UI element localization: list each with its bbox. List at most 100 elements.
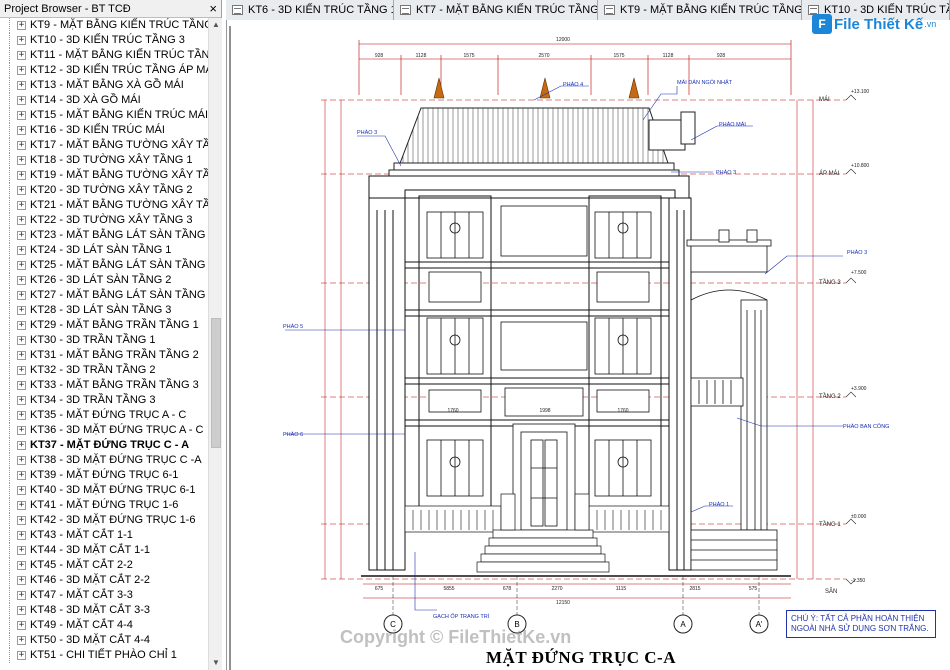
expand-icon[interactable]: + xyxy=(17,351,26,360)
expand-icon[interactable]: + xyxy=(17,471,26,480)
expand-icon[interactable]: + xyxy=(17,96,26,105)
tab-kt9[interactable]: KT9 - MẶT BẰNG KIẾN TRÚC TẦNG 3 xyxy=(598,0,802,20)
expand-icon[interactable]: + xyxy=(17,576,26,585)
tree-item[interactable]: + KT46 - 3D MẶT CẮT 2-2 xyxy=(0,573,208,588)
tree-item[interactable]: + KT38 - 3D MẶT ĐỨNG TRỤC C -A xyxy=(0,453,208,468)
tree-item[interactable]: + KT13 - MẶT BẰNG XÀ GỒ MÁI xyxy=(0,78,208,93)
callout-phao5: PHÀO 5 xyxy=(283,323,303,330)
expand-icon[interactable]: + xyxy=(17,561,26,570)
tab-kt6[interactable]: KT6 - 3D KIẾN TRÚC TẦNG 1 xyxy=(226,0,394,20)
tree-item[interactable]: + KT35 - MẶT ĐỨNG TRỤC A - C xyxy=(0,408,208,423)
tree-connector xyxy=(3,228,17,243)
expand-icon[interactable]: + xyxy=(17,111,26,120)
scrollbar-thumb[interactable] xyxy=(211,318,221,448)
expand-icon[interactable]: + xyxy=(17,21,26,30)
tree-item[interactable]: + KT43 - MẶT CẮT 1-1 xyxy=(0,528,208,543)
tree-item[interactable]: + KT31 - MẶT BẰNG TRẦN TẦNG 2 xyxy=(0,348,208,363)
expand-icon[interactable]: + xyxy=(17,231,26,240)
tree-item[interactable]: + KT27 - MẶT BẰNG LÁT SÀN TẦNG 3 xyxy=(0,288,208,303)
expand-icon[interactable]: + xyxy=(17,411,26,420)
tree-item[interactable]: + KT48 - 3D MẶT CẮT 3-3 xyxy=(0,603,208,618)
tree-item[interactable]: + KT51 - CHI TIẾT PHÀO CHỈ 1 xyxy=(0,648,208,663)
expand-icon[interactable]: + xyxy=(17,81,26,90)
expand-icon[interactable]: + xyxy=(17,486,26,495)
tree-item[interactable]: + KT28 - 3D LÁT SÀN TẦNG 3 xyxy=(0,303,208,318)
tree-item[interactable]: + KT41 - MẶT ĐỨNG TRỤC 1-6 xyxy=(0,498,208,513)
tree-item[interactable]: + KT47 - MẶT CẮT 3-3 xyxy=(0,588,208,603)
tree-item[interactable]: + KT30 - 3D TRẦN TẦNG 1 xyxy=(0,333,208,348)
expand-icon[interactable]: + xyxy=(17,381,26,390)
tree-item[interactable]: + KT39 - MẶT ĐỨNG TRỤC 6-1 xyxy=(0,468,208,483)
tree-item[interactable]: + KT36 - 3D MẶT ĐỨNG TRỤC A - C xyxy=(0,423,208,438)
expand-icon[interactable]: + xyxy=(17,366,26,375)
tree-item[interactable]: + KT26 - 3D LÁT SÀN TẦNG 2 xyxy=(0,273,208,288)
expand-icon[interactable]: + xyxy=(17,426,26,435)
expand-icon[interactable]: + xyxy=(17,171,26,180)
expand-icon[interactable]: + xyxy=(17,336,26,345)
tree-item-label: KT45 - MẶT CẮT 2-2 xyxy=(30,559,133,571)
expand-icon[interactable]: + xyxy=(17,291,26,300)
expand-icon[interactable]: + xyxy=(17,126,26,135)
drawing-canvas[interactable]: 12000 928 1128 1575 2570 1575 1128 928 M… xyxy=(226,20,950,670)
tree-connector xyxy=(3,213,17,228)
expand-icon[interactable]: + xyxy=(17,51,26,60)
expand-icon[interactable]: + xyxy=(17,201,26,210)
tree-item[interactable]: + KT42 - 3D MẶT ĐỨNG TRỤC 1-6 xyxy=(0,513,208,528)
tree-item[interactable]: + KT20 - 3D TƯỜNG XÂY TẦNG 2 xyxy=(0,183,208,198)
expand-icon[interactable]: + xyxy=(17,501,26,510)
tree-item[interactable]: + KT29 - MẶT BẰNG TRẦN TẦNG 1 xyxy=(0,318,208,333)
tree-item[interactable]: + KT50 - 3D MẶT CẮT 4-4 xyxy=(0,633,208,648)
expand-icon[interactable]: + xyxy=(17,36,26,45)
expand-icon[interactable]: + xyxy=(17,516,26,525)
expand-icon[interactable]: + xyxy=(17,156,26,165)
expand-icon[interactable]: + xyxy=(17,321,26,330)
expand-icon[interactable]: + xyxy=(17,441,26,450)
tree-item[interactable]: + KT40 - 3D MẶT ĐỨNG TRỤC 6-1 xyxy=(0,483,208,498)
expand-icon[interactable]: + xyxy=(17,186,26,195)
scroll-up-icon[interactable]: ▲ xyxy=(209,18,223,32)
tree-item[interactable]: + KT24 - 3D LÁT SÀN TẦNG 1 xyxy=(0,243,208,258)
tree-item[interactable]: + KT9 - MẶT BẰNG KIẾN TRÚC TẦNG 3 xyxy=(0,18,208,33)
tree-item[interactable]: + KT17 - MẶT BẰNG TƯỜNG XÂY TẦNG 1 xyxy=(0,138,208,153)
tree-item[interactable]: + KT22 - 3D TƯỜNG XÂY TẦNG 3 xyxy=(0,213,208,228)
expand-icon[interactable]: + xyxy=(17,636,26,645)
tree-item[interactable]: + KT49 - MẶT CẮT 4-4 xyxy=(0,618,208,633)
expand-icon[interactable]: + xyxy=(17,141,26,150)
tree-item[interactable]: + KT44 - 3D MẶT CẮT 1-1 xyxy=(0,543,208,558)
tree-item[interactable]: + KT23 - MẶT BẰNG LÁT SÀN TẦNG 1 xyxy=(0,228,208,243)
close-icon[interactable]: × xyxy=(209,2,217,15)
tree-item[interactable]: + KT45 - MẶT CẮT 2-2 xyxy=(0,558,208,573)
expand-icon[interactable]: + xyxy=(17,621,26,630)
tree-item[interactable]: + KT16 - 3D KIẾN TRÚC MÁI xyxy=(0,123,208,138)
expand-icon[interactable]: + xyxy=(17,591,26,600)
tree-item[interactable]: + KT25 - MẶT BẰNG LÁT SÀN TẦNG 2 xyxy=(0,258,208,273)
expand-icon[interactable]: + xyxy=(17,546,26,555)
tree-item[interactable]: + KT19 - MẶT BẰNG TƯỜNG XÂY TẦNG 2 xyxy=(0,168,208,183)
tree-item[interactable]: + KT37 - MẶT ĐỨNG TRỤC C - A xyxy=(0,438,208,453)
tree-item[interactable]: + KT33 - MẶT BẰNG TRẦN TẦNG 3 xyxy=(0,378,208,393)
tab-kt7[interactable]: KT7 - MẶT BẰNG KIẾN TRÚC TẦNG 2 xyxy=(394,0,598,20)
expand-icon[interactable]: + xyxy=(17,456,26,465)
expand-icon[interactable]: + xyxy=(17,276,26,285)
expand-icon[interactable]: + xyxy=(17,66,26,75)
tree-item[interactable]: + KT18 - 3D TƯỜNG XÂY TẦNG 1 xyxy=(0,153,208,168)
expand-icon[interactable]: + xyxy=(17,531,26,540)
expand-icon[interactable]: + xyxy=(17,261,26,270)
tree-item[interactable]: + KT21 - MẶT BẰNG TƯỜNG XÂY TẦNG 3 xyxy=(0,198,208,213)
expand-icon[interactable]: + xyxy=(17,606,26,615)
browser-scrollbar[interactable]: ▲ ▼ xyxy=(208,18,222,670)
tree-item[interactable]: + KT10 - 3D KIẾN TRÚC TẦNG 3 xyxy=(0,33,208,48)
expand-icon[interactable]: + xyxy=(17,651,26,660)
tree-connector xyxy=(3,258,17,273)
expand-icon[interactable]: + xyxy=(17,306,26,315)
tree-item[interactable]: + KT34 - 3D TRẦN TẦNG 3 xyxy=(0,393,208,408)
tree-item[interactable]: + KT11 - MẶT BẰNG KIẾN TRÚC TẦNG ÁP xyxy=(0,48,208,63)
expand-icon[interactable]: + xyxy=(17,216,26,225)
expand-icon[interactable]: + xyxy=(17,396,26,405)
tree-item[interactable]: + KT12 - 3D KIẾN TRÚC TẦNG ÁP MÁI xyxy=(0,63,208,78)
scroll-down-icon[interactable]: ▼ xyxy=(209,656,223,670)
tree-item[interactable]: + KT32 - 3D TRẦN TẦNG 2 xyxy=(0,363,208,378)
tree-item[interactable]: + KT15 - MẶT BẰNG KIẾN TRÚC MÁI xyxy=(0,108,208,123)
tree-item[interactable]: + KT14 - 3D XÀ GỒ MÁI xyxy=(0,93,208,108)
expand-icon[interactable]: + xyxy=(17,246,26,255)
